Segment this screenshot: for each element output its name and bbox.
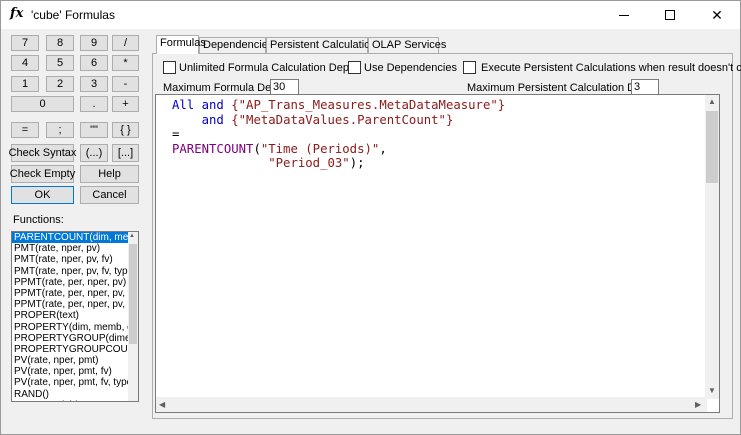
code-end: ); xyxy=(349,156,365,170)
fx-icon: fx xyxy=(10,6,24,21)
function-list-item[interactable]: PARENTCOUNT(dim, memb) xyxy=(12,232,129,244)
functions-label: Functions: xyxy=(13,214,64,226)
function-list-item[interactable]: PROPER(text) xyxy=(12,310,129,321)
scroll-up-icon: ▲ xyxy=(129,233,135,239)
function-list-item[interactable]: PPMT(rate, per, nper, pv, fv, type) xyxy=(12,299,129,310)
code-keyword-all: All xyxy=(172,98,195,112)
use-dependencies-checkbox[interactable] xyxy=(348,61,361,74)
function-list-item[interactable]: PMT(rate, nper, pv) xyxy=(12,243,129,254)
parentheses-button[interactable]: (...) xyxy=(80,144,108,162)
key-semicolon[interactable]: ; xyxy=(46,122,74,138)
code-string: {"AP_Trans_Measures.MetaDataMeasure"} xyxy=(231,98,506,112)
key-7[interactable]: 7 xyxy=(11,35,39,51)
function-list-item[interactable]: PPMT(rate, per, nper, pv, fv) xyxy=(12,288,129,299)
tab-persistent-calculations[interactable]: Persistent Calculations xyxy=(266,37,382,53)
code-function: PARENTCOUNT xyxy=(172,141,254,156)
key-braces[interactable]: { } xyxy=(112,122,139,138)
formulas-window: fx 'cube' Formulas ✕ 7 8 9 / 4 5 6 * 1 2… xyxy=(0,0,741,435)
function-list-item[interactable]: PV(rate, nper, pmt, fv, type) xyxy=(12,377,129,388)
key-4[interactable]: 4 xyxy=(11,55,39,71)
key-multiply[interactable]: * xyxy=(112,55,139,71)
key-2[interactable]: 2 xyxy=(46,76,74,92)
function-list-item[interactable]: PROPERTY(dim, memb, grp) xyxy=(12,322,129,333)
key-decimal[interactable]: . xyxy=(80,96,108,112)
function-list-item[interactable]: PMT(rate, nper, pv, fv) xyxy=(12,254,129,265)
execute-persistent-checkbox[interactable] xyxy=(463,61,476,74)
maximize-button[interactable] xyxy=(647,1,693,29)
code-operator: = xyxy=(172,127,180,141)
scroll-left-icon[interactable]: ◀ xyxy=(159,400,165,409)
key-8[interactable]: 8 xyxy=(46,35,74,51)
code-keyword-and: and xyxy=(201,98,224,112)
formula-code[interactable]: All and {"AP_Trans_Measures.MetaDataMeas… xyxy=(172,98,505,171)
key-minus[interactable]: - xyxy=(112,76,139,92)
tab-formulas[interactable]: Formulas xyxy=(156,35,206,54)
code-keyword-and: and xyxy=(201,112,224,127)
execute-persistent-label: Execute Persistent Calculations when res… xyxy=(481,62,741,74)
function-list-item[interactable]: PV(rate, nper, pmt) xyxy=(12,355,129,366)
editor-vertical-scrollbar[interactable]: ▲ ▼ xyxy=(705,95,719,399)
key-1[interactable]: 1 xyxy=(11,76,39,92)
functions-scroll-thumb[interactable] xyxy=(129,244,137,344)
code-paren: ( xyxy=(253,141,261,156)
minimize-button[interactable] xyxy=(601,1,647,29)
function-list-item[interactable]: RAND() xyxy=(12,389,129,400)
editor-horizontal-scrollbar[interactable]: ◀ ▶ xyxy=(156,397,707,412)
function-list-item[interactable]: PV(rate, nper, pmt, fv) xyxy=(12,366,129,377)
key-equals[interactable]: = xyxy=(11,122,39,138)
key-5[interactable]: 5 xyxy=(46,55,74,71)
code-string: "Period_03" xyxy=(268,156,350,170)
close-icon: ✕ xyxy=(711,6,723,23)
tab-dependencies[interactable]: Dependencies xyxy=(199,37,273,53)
key-quotes[interactable]: "" xyxy=(80,122,108,138)
use-dependencies-label: Use Dependencies xyxy=(364,62,457,74)
maximize-icon xyxy=(665,10,675,20)
cancel-button[interactable]: Cancel xyxy=(80,186,139,204)
key-3[interactable]: 3 xyxy=(80,76,108,92)
key-6[interactable]: 6 xyxy=(80,55,108,71)
unlimited-depth-label: Unlimited Formula Calculation Depth xyxy=(179,62,359,74)
function-list-item[interactable]: REPLACE(old_text, start, num) xyxy=(12,400,129,401)
functions-scrollbar[interactable]: ▲ xyxy=(128,232,138,401)
key-divide[interactable]: / xyxy=(112,35,139,51)
check-empty-button[interactable]: Check Empty xyxy=(10,165,75,183)
key-9[interactable]: 9 xyxy=(80,35,108,51)
scroll-up-icon[interactable]: ▲ xyxy=(708,97,716,106)
key-0[interactable]: 0 xyxy=(11,96,74,112)
code-string: {"MetaDataValues.ParentCount"} xyxy=(231,112,454,127)
brackets-button[interactable]: [...] xyxy=(112,144,139,162)
function-list-item[interactable]: PROPERTYGROUP(dimension) xyxy=(12,333,129,344)
code-comma: , xyxy=(379,141,387,156)
formula-editor[interactable]: All and {"AP_Trans_Measures.MetaDataMeas… xyxy=(155,94,720,413)
minimize-icon xyxy=(619,14,629,16)
ok-button[interactable]: OK xyxy=(11,186,74,204)
key-plus[interactable]: + xyxy=(112,96,139,112)
check-syntax-button[interactable]: Check Syntax xyxy=(9,144,76,162)
function-list-item[interactable]: PMT(rate, nper, pv, fv, type) xyxy=(12,266,129,277)
functions-list[interactable]: PARENTCOUNT(dim, memb)PMT(rate, nper, pv… xyxy=(11,231,139,402)
title-bar: fx 'cube' Formulas ✕ xyxy=(1,1,740,29)
tab-olap-services[interactable]: OLAP Services xyxy=(368,37,446,53)
scroll-down-icon[interactable]: ▼ xyxy=(708,386,716,395)
help-button[interactable]: Help xyxy=(80,165,139,183)
function-list-item[interactable]: PPMT(rate, per, nper, pv) xyxy=(12,277,129,288)
code-string: "Time (Periods)" xyxy=(260,141,380,156)
editor-scroll-thumb[interactable] xyxy=(706,111,718,183)
scroll-right-icon[interactable]: ▶ xyxy=(695,400,701,409)
window-title: 'cube' Formulas xyxy=(31,8,115,22)
close-button[interactable]: ✕ xyxy=(694,1,740,29)
function-list-item[interactable]: PROPERTYGROUPCOUNT xyxy=(12,344,129,355)
unlimited-depth-checkbox[interactable] xyxy=(163,61,176,74)
